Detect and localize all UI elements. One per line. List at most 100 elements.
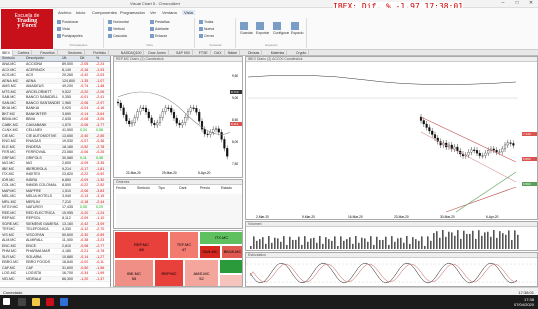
candle	[170, 107, 173, 113]
candle	[425, 123, 428, 128]
volume-bar	[505, 234, 507, 249]
ribbon-button[interactable]: Vertical	[108, 27, 124, 32]
ribbon-button[interactable]: Posicionar	[57, 20, 78, 25]
volume-bar	[400, 237, 402, 249]
ribbon-button[interactable]: Horizontal	[108, 20, 129, 25]
ribbon-button[interactable]: Pestañas	[150, 20, 170, 25]
volume-bar	[460, 238, 462, 249]
candlestick-chart[interactable]: 22-Mar-20 29-Mar-20 5-Apr-209,509,008,508,…	[114, 62, 243, 178]
ribbon-tab-ventana[interactable]: Ventana	[162, 10, 177, 15]
candle	[453, 146, 456, 150]
ribbon-button[interactable]: Guardar	[240, 22, 253, 35]
candle	[209, 132, 212, 135]
col-ultimo[interactable]: Últ.	[62, 56, 67, 60]
orders-column-header[interactable]: Cant.	[179, 186, 187, 190]
candle	[144, 107, 148, 113]
price-tag-label: 7.140	[523, 132, 531, 136]
oscillator-pane[interactable]: Estocástico	[245, 252, 538, 287]
windows-start-icon[interactable]	[3, 298, 10, 305]
ribbon-button[interactable]: Adelante	[150, 27, 169, 32]
maximize-button[interactable]: □	[510, 0, 524, 8]
ribbon-tab-ver[interactable]: Ver	[150, 10, 156, 15]
col-porcentaje[interactable]: %	[96, 56, 99, 60]
minimize-button[interactable]: –	[496, 0, 510, 8]
orders-column-header[interactable]: Estado	[221, 186, 232, 190]
treemap-cell[interactable]: TEF.MC 47	[169, 231, 199, 259]
treemap-cell[interactable]: AMS.MC 52	[184, 259, 219, 286]
orders-column-header[interactable]: Fecha	[116, 186, 126, 190]
volume-bar	[418, 240, 420, 249]
candlestick-chart[interactable]: 7.140 6.890 6.560 2-Mar-20 9-Mar-20 16-Mar-20…	[246, 62, 538, 220]
ribbon-group-label: Ventanas	[209, 43, 222, 47]
candle	[136, 111, 139, 118]
x-tick-label: 22-Mar-20	[126, 171, 141, 175]
orders-column-header[interactable]: Símbolo	[137, 186, 150, 190]
volume-bar	[331, 240, 333, 249]
ribbon-tab-componentes[interactable]: Componentes	[92, 10, 117, 15]
candle	[506, 142, 509, 146]
ribbon-button[interactable]: Todas	[199, 20, 213, 25]
col-diferencia[interactable]: Dif.	[80, 56, 85, 60]
ribbon-button[interactable]: Portapapeles	[57, 34, 83, 39]
logo-line-3: y Forex	[17, 23, 37, 29]
visualchart-icon[interactable]	[46, 298, 54, 306]
x-tick-label: 29-Mar-20	[162, 171, 177, 175]
window-icon	[199, 20, 203, 25]
link-icon	[150, 34, 154, 39]
treemap-cell[interactable]	[219, 259, 242, 274]
volume-bar	[487, 231, 489, 249]
ribbon-button[interactable]: Cerrar	[199, 34, 214, 39]
ribbon-button[interactable]: Exportar	[256, 22, 269, 35]
candle	[167, 107, 170, 109]
treemap-cell[interactable]: IBE.MC 55	[114, 259, 154, 286]
system-clock[interactable]: 17:38 07/04/2020	[514, 297, 534, 307]
candle	[492, 148, 495, 151]
ribbon-button[interactable]: Configurar	[273, 22, 289, 35]
treemap-cell[interactable]: BBVA.MC	[221, 245, 242, 259]
volume-bar	[346, 239, 348, 249]
orders-column-header[interactable]: Precio	[200, 186, 210, 190]
ribbon-button[interactable]: Cascada	[108, 34, 127, 39]
candle	[501, 148, 504, 153]
chart-pane-rep[interactable]: REP.MC Diario (1) Candlestick 22-Mar-20 2…	[113, 56, 243, 178]
folder-icon[interactable]	[32, 298, 40, 306]
table-row[interactable]: VID.MC VIDRALA 86,300 -1,20 -1,37	[0, 276, 110, 282]
price-tag-label: 6.560	[523, 182, 531, 186]
new-window-icon	[199, 27, 203, 32]
candle	[512, 143, 515, 146]
treemap-cell[interactable]: REP.MC	[154, 259, 184, 286]
treemap-cell[interactable]: ITX.MC	[199, 231, 242, 245]
volume-bar	[370, 236, 372, 249]
candle	[189, 107, 192, 112]
treemap-cell[interactable]	[219, 274, 242, 286]
ribbon-button[interactable]: Vista	[57, 27, 70, 32]
ribbon-tab-archivo[interactable]: Archivo	[58, 10, 71, 15]
ribbon-tab-programacion[interactable]: Programación	[120, 10, 145, 15]
col-descripcion[interactable]: Descripción	[26, 56, 44, 60]
orders-column-header[interactable]: Tipo	[158, 186, 165, 190]
search-icon[interactable]	[18, 298, 26, 306]
treemap-label: REP.MC	[161, 270, 177, 276]
volume-bar	[469, 233, 471, 249]
ribbon-button[interactable]: Nueva	[199, 27, 214, 32]
ribbon-tab-inicio[interactable]: Inicio	[76, 10, 85, 15]
treemap-cell[interactable]: REP.MC 68	[114, 231, 169, 259]
volume-bar	[373, 244, 375, 249]
table-cell: VIDRALA	[26, 276, 42, 281]
browser-icon[interactable]	[60, 298, 68, 306]
chart-pane-ibex[interactable]: IBEX Diario (2) ACC00 Candlestick 7.140 6…	[245, 56, 538, 220]
ribbon-button[interactable]: Enlazar	[150, 34, 167, 39]
x-tick-label: 9-Mar-20	[302, 215, 315, 219]
candle	[119, 102, 122, 109]
ribbon-button[interactable]: Espacio	[291, 22, 303, 35]
quotes-table: Símbolo Descripción Últ. Dif. % ANA.MC AC…	[0, 56, 111, 287]
volume-bar	[340, 236, 342, 249]
close-window-icon	[199, 34, 203, 39]
treemap-cell[interactable]: SAN.MC	[199, 245, 221, 259]
oscillator-line	[246, 262, 537, 284]
ribbon-tab-vista[interactable]: Vista	[182, 10, 195, 15]
close-button[interactable]: ✕	[524, 0, 538, 8]
volume-pane[interactable]: Volumen	[245, 221, 538, 251]
volume-bar	[448, 231, 450, 249]
col-simbolo[interactable]: Símbolo	[2, 56, 15, 60]
